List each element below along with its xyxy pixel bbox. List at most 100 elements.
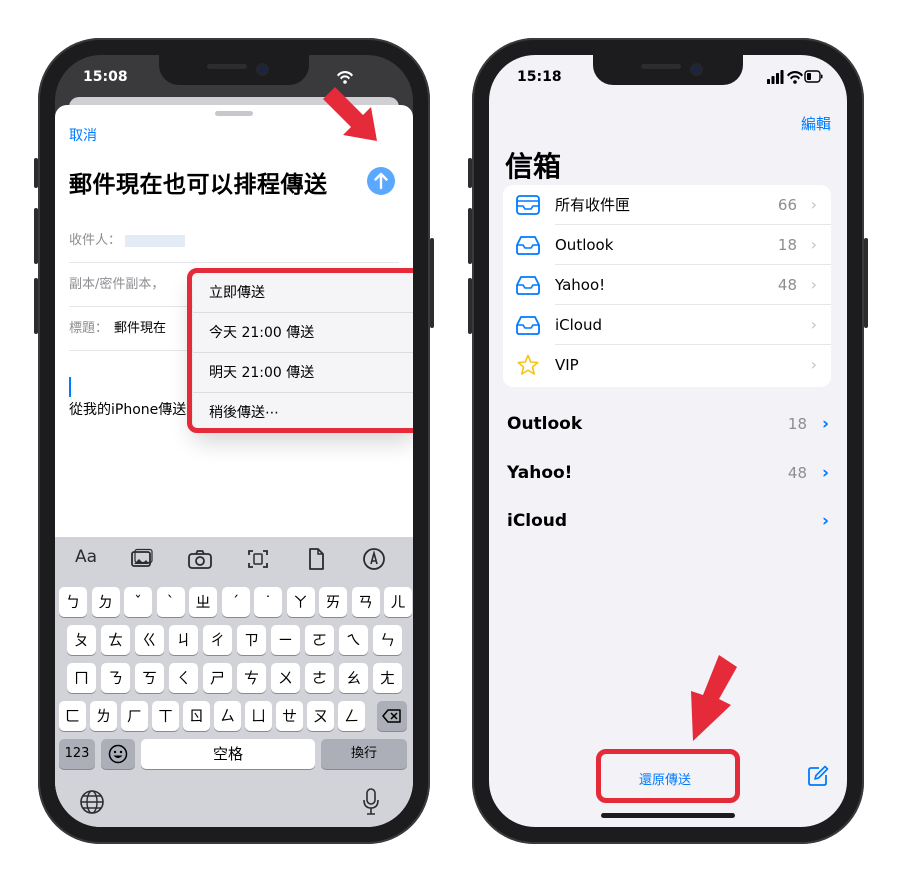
key[interactable]: ㄗ [237,625,266,655]
key-row-3: ㄇㄋㄎㄑㄕㄘㄨㄜㄠㄤ [55,663,413,693]
key[interactable]: ㄎ [135,663,164,693]
key[interactable]: ㄨ [271,663,300,693]
emoji-key[interactable] [101,739,135,769]
recipient-blurred [125,234,186,247]
key[interactable]: ㄜ [305,663,334,693]
signature-text[interactable]: 從我的iPhone傳送 [69,399,186,419]
key[interactable]: ㄊ [101,625,130,655]
account-row-outlook[interactable]: Outlook 18 › [507,409,829,439]
chevron-right-icon: › [821,463,829,483]
screen-right: 15:18 編輯 信箱 所有收件匣 66 › Outlook 18 › Yaho… [489,55,847,827]
key[interactable]: ㄠ [339,663,368,693]
key[interactable]: ㄘ [237,663,266,693]
account-count: 48 [787,464,807,482]
sheet-grabber[interactable] [215,111,253,116]
key[interactable]: ㄡ [307,701,334,731]
numbers-key[interactable]: 123 [59,739,95,769]
send-button[interactable] [367,167,395,195]
chevron-right-icon: › [810,275,817,294]
document-icon[interactable] [303,547,329,571]
key[interactable]: ㄟ [339,625,368,655]
mailbox-label: Outlook [555,236,614,254]
key[interactable]: ㄧ [271,625,300,655]
account-row-icloud[interactable]: iCloud › [507,506,829,536]
key[interactable]: ㄏ [121,701,148,731]
key[interactable]: ㄌ [90,701,117,731]
key[interactable]: ˋ [156,587,185,617]
key[interactable]: ㄔ [203,625,232,655]
key[interactable]: ㄇ [67,663,96,693]
compose-icon[interactable] [807,765,829,787]
key[interactable]: ㄑ [169,663,198,693]
key[interactable]: ㄞ [319,587,347,617]
mute-switch [468,158,472,188]
mailbox-label: Yahoo! [555,276,606,294]
star-icon [517,354,539,375]
power-button [864,238,868,328]
inbox-icon [516,316,540,335]
volume-down-button [468,278,472,334]
key[interactable]: ㄕ [203,663,232,693]
edit-button[interactable]: 編輯 [801,113,831,134]
chevron-right-icon: › [810,355,817,374]
key[interactable]: ㄅ [59,587,87,617]
red-arrow-icon [323,87,377,141]
key[interactable]: ㄒ [152,701,179,731]
undo-send-highlight-box [596,749,740,803]
globe-icon[interactable] [79,789,105,815]
mailbox-row-all-inboxes[interactable]: 所有收件匣 66 › [503,185,831,225]
mute-switch [34,158,38,188]
page-title: 信箱 [505,150,562,183]
key[interactable]: ㄓ [189,587,217,617]
camera-icon[interactable] [187,547,213,571]
mailbox-list: 所有收件匣 66 › Outlook 18 › Yahoo! 48 › iClo… [503,185,831,387]
markup-icon[interactable] [361,547,387,571]
phone-left: 15:08 取消 郵件現在也可以排程傳送 收件人： 副本/密件副本， 標題： 郵… [34,38,434,844]
subject-label: 標題： [69,321,109,336]
battery-icon [804,70,823,83]
mailbox-row-vip[interactable]: VIP › [503,345,831,385]
to-field[interactable]: 收件人： [69,219,399,263]
key[interactable]: ㄉ [91,587,120,617]
key[interactable]: ˊ [221,587,250,617]
key[interactable]: ㄍ [135,625,164,655]
key[interactable]: ˙ [254,587,282,617]
mailbox-row-yahoo[interactable]: Yahoo! 48 › [503,265,831,305]
return-key[interactable]: 換行 [321,739,407,769]
microphone-icon[interactable] [361,787,381,817]
notch [159,55,309,85]
mailbox-row-outlook[interactable]: Outlook 18 › [503,225,831,265]
key[interactable]: ㄚ [286,587,315,617]
photo-library-icon[interactable] [129,547,155,571]
key[interactable]: ㄤ [373,663,402,693]
text-cursor [69,377,71,397]
key[interactable]: ㄐ [169,625,198,655]
notch [593,55,743,85]
chevron-right-icon: › [821,511,829,531]
key[interactable]: ˇ [124,587,152,617]
key[interactable]: ㄥ [338,701,365,731]
account-count: 18 [787,415,807,433]
key[interactable]: ㄛ [305,625,334,655]
screen-left: 15:08 取消 郵件現在也可以排程傳送 收件人： 副本/密件副本， 標題： 郵… [55,55,413,827]
space-key[interactable]: 空格 [141,739,315,769]
mailbox-count: 48 [777,276,797,294]
backspace-key[interactable] [377,701,407,731]
mailbox-row-icloud[interactable]: iCloud › [503,305,831,345]
cancel-button[interactable]: 取消 [69,125,97,145]
key[interactable]: ㄢ [351,587,380,617]
key[interactable]: ㄙ [214,701,241,731]
scan-document-icon[interactable] [245,547,271,571]
key[interactable]: ㄆ [67,625,96,655]
key[interactable]: ㄖ [183,701,210,731]
mailbox-count: 66 [777,196,797,214]
volume-down-button [34,278,38,334]
key[interactable]: ㄈ [59,701,86,731]
key[interactable]: ㄋ [101,663,130,693]
format-button[interactable]: Aa [71,547,101,571]
key[interactable]: ㄝ [276,701,303,731]
key[interactable]: ㄣ [373,625,402,655]
key[interactable]: ㄦ [384,587,412,617]
account-row-yahoo[interactable]: Yahoo! 48 › [507,458,829,488]
key[interactable]: ㄩ [245,701,272,731]
